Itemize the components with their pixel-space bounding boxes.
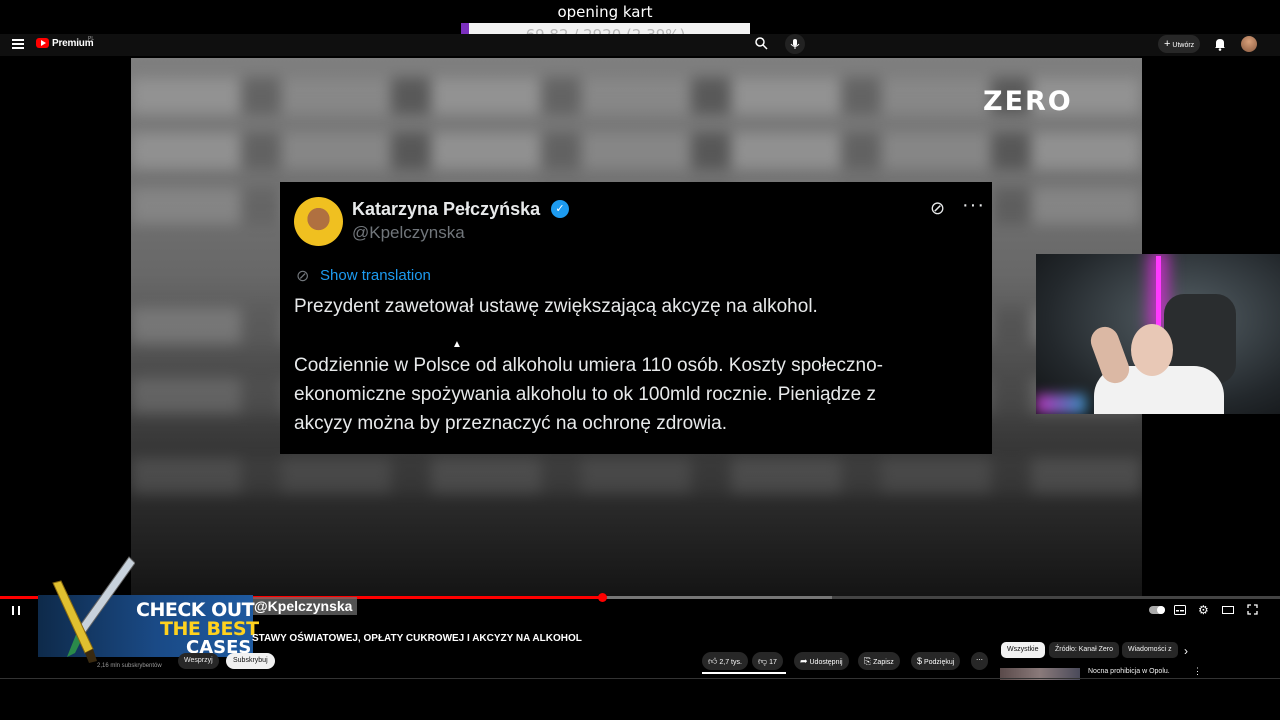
- thumbs-down-icon: 👎︎: [758, 656, 768, 666]
- verified-badge-icon: ✓: [551, 200, 569, 218]
- plus-icon: +: [1164, 38, 1171, 50]
- thanks-icon: $: [917, 656, 923, 666]
- streamer-webcam: [1036, 254, 1280, 414]
- voice-search-button[interactable]: [785, 34, 805, 54]
- recommended-video-title[interactable]: Nocna prohibicja w Opolu.: [1088, 668, 1170, 675]
- tweet-text-para2-line2: ekonomiczne spożywania alkoholu to ok 10…: [294, 384, 876, 405]
- thanks-label: Podziękuj: [923, 659, 955, 666]
- pause-icon[interactable]: [12, 606, 20, 615]
- tweet-author-handle: @Kpelczynska: [352, 223, 465, 242]
- theater-mode-icon[interactable]: [1222, 604, 1234, 618]
- more-actions-button[interactable]: ⋯: [971, 652, 988, 670]
- share-button[interactable]: ➦ Udostępnij: [794, 652, 849, 670]
- tweet-text-para2-line3: akcyzy można by przeznaczyć na ochronę z…: [294, 413, 727, 434]
- microphone-icon: [790, 39, 800, 49]
- divider: [0, 678, 1280, 679]
- country-code: PL: [88, 36, 95, 42]
- create-label: Utwórz: [1172, 42, 1195, 49]
- dislike-count: 17: [769, 659, 777, 666]
- account-avatar[interactable]: [1241, 36, 1257, 52]
- dislike-button[interactable]: 👎︎ 17: [752, 652, 783, 670]
- tweet-author-avatar: [294, 197, 343, 246]
- tweet-text-para2-line1: Codziennie w Polsce od alkoholu umiera 1…: [294, 355, 883, 376]
- tweet-text-line1: Prezydent zawetował ustawę zwiększającą …: [294, 296, 818, 317]
- chip-source[interactable]: Źródło: Kanał Zero: [1049, 642, 1119, 658]
- subtitles-icon[interactable]: [1174, 604, 1186, 618]
- menu-icon[interactable]: [12, 39, 24, 49]
- like-indicator: [702, 672, 786, 674]
- like-count: 2,7 tys.: [719, 659, 742, 666]
- video-title: STAWY OŚWIATOWEJ, OPŁATY CUKROWEJ I AKCY…: [252, 633, 582, 644]
- grok-icon: ⊘: [930, 198, 946, 218]
- create-button[interactable]: + Utwórz: [1158, 35, 1201, 53]
- subscribe-button[interactable]: Subskrybuj: [226, 653, 275, 669]
- video-caption-handle: @Kpelczynska: [249, 597, 358, 615]
- youtube-logo-icon[interactable]: [36, 38, 49, 48]
- show-translation-link: Show translation: [320, 267, 431, 284]
- notifications-bell-icon[interactable]: [1214, 38, 1226, 56]
- save-button[interactable]: ⎘ Zapisz: [858, 652, 900, 670]
- more-options-icon: ···: [962, 194, 985, 216]
- share-icon: ➦: [800, 656, 808, 666]
- save-label: Zapisz: [873, 659, 894, 666]
- like-button[interactable]: 👍︎ 2,7 tys.: [702, 652, 748, 670]
- chip-all[interactable]: Wszystkie: [1001, 642, 1045, 658]
- buffered-bar: [601, 596, 832, 599]
- thanks-button[interactable]: $ Podziękuj: [911, 652, 961, 670]
- search-icon[interactable]: [755, 37, 768, 53]
- kebab-menu-icon[interactable]: ⋮: [1193, 666, 1202, 677]
- thumbs-up-icon: 👍︎: [708, 656, 718, 666]
- mouse-cursor-icon: ▲: [452, 339, 462, 350]
- stream-title: opening kart: [557, 3, 653, 21]
- settings-gear-icon[interactable]: ⚙: [1198, 603, 1209, 617]
- channel-watermark-logo: ZERO: [983, 86, 1073, 117]
- knife-icon: [52, 556, 135, 663]
- share-label: Udostępnij: [809, 659, 843, 666]
- support-button[interactable]: Wesprzyj: [178, 653, 219, 669]
- chip-news[interactable]: Wiadomości z: [1122, 642, 1178, 658]
- bookmark-icon: ⎘: [864, 656, 872, 666]
- subscriber-count: 2,16 mln subskrybentów: [97, 663, 162, 669]
- scrubber-handle[interactable]: [597, 593, 607, 602]
- youtube-header: [0, 34, 1280, 56]
- tweet-author-name: Katarzyna Pełczyńska: [352, 199, 541, 219]
- autoplay-toggle[interactable]: [1149, 606, 1165, 614]
- chevron-right-icon[interactable]: ›: [1184, 644, 1188, 658]
- translate-icon: ⊘: [296, 268, 310, 285]
- fullscreen-icon[interactable]: [1247, 604, 1258, 618]
